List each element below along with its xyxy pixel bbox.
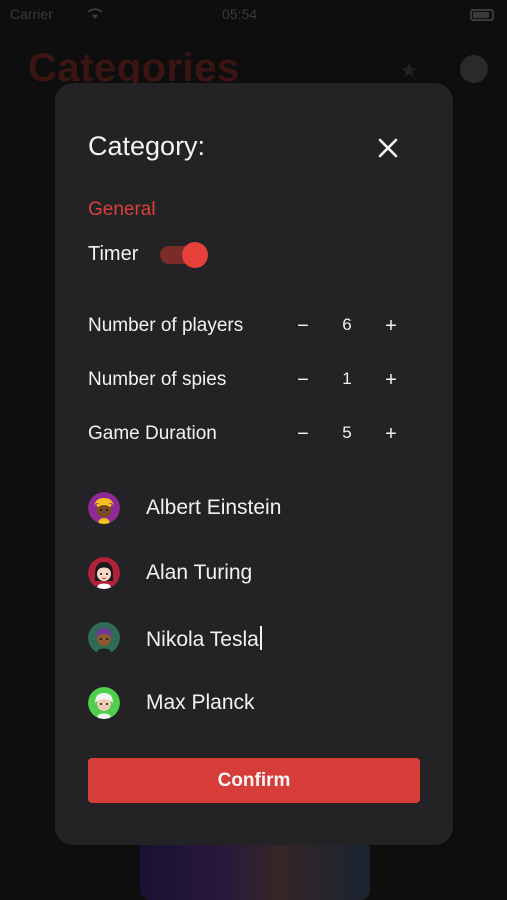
increment-duration-button[interactable]: + — [377, 420, 405, 448]
increment-spies-button[interactable]: + — [377, 366, 405, 394]
spies-value: 1 — [342, 369, 352, 388]
star-icon: ★ — [400, 60, 418, 82]
decrement-players-button[interactable]: − — [289, 312, 317, 340]
player-name: Albert Einstein — [146, 496, 282, 519]
section-label: General — [88, 199, 156, 220]
players-stepper: Number of players − 6 + — [88, 312, 418, 342]
timer-toggle[interactable] — [160, 241, 210, 269]
tesla-avatar-icon — [88, 622, 120, 654]
toggle-knob — [182, 242, 208, 268]
carrier-label: Carrier — [10, 6, 53, 22]
close-icon — [378, 138, 398, 158]
stepper-label: Game Duration — [88, 423, 217, 444]
planck-avatar-icon — [88, 687, 120, 719]
decrement-spies-button[interactable]: − — [289, 366, 317, 394]
duration-value: 5 — [342, 423, 352, 442]
player-row[interactable]: Alan Turing — [88, 553, 418, 593]
stepper-label: Number of players — [88, 315, 244, 336]
turing-avatar-icon — [88, 557, 120, 589]
player-row[interactable]: Max Planck — [88, 683, 418, 723]
text-caret — [259, 626, 262, 650]
decrement-duration-button[interactable]: − — [289, 420, 317, 448]
einstein-avatar-icon — [88, 492, 120, 524]
increment-players-button[interactable]: + — [377, 312, 405, 340]
player-name-input[interactable]: Nikola Tesla — [146, 626, 262, 652]
player-name: Alan Turing — [146, 561, 253, 584]
modal-title: Category: — [88, 131, 206, 161]
player-row[interactable]: Albert Einstein — [88, 488, 418, 528]
background-category-card — [140, 838, 370, 900]
stepper-label: Number of spies — [88, 369, 227, 390]
app-screen: Carrier 05:54 Categories ★ Category: Gen… — [0, 0, 507, 900]
status-bar: Carrier 05:54 — [0, 0, 507, 28]
battery-icon — [470, 9, 494, 21]
status-time: 05:54 — [222, 6, 258, 22]
wifi-icon — [86, 6, 104, 23]
timer-label: Timer — [88, 243, 139, 265]
duration-stepper: Game Duration − 5 + — [88, 420, 418, 450]
category-modal: Category: General Timer Number of player… — [55, 83, 453, 845]
player-name: Max Planck — [146, 691, 255, 714]
player-name-text: Nikola Tesla — [146, 628, 259, 651]
confirm-button[interactable]: Confirm — [88, 758, 420, 803]
player-row[interactable]: Nikola Tesla — [88, 618, 418, 658]
profile-avatar — [460, 55, 488, 83]
players-value: 6 — [342, 315, 352, 334]
spies-stepper: Number of spies − 1 + — [88, 366, 418, 396]
close-button[interactable] — [373, 133, 403, 163]
